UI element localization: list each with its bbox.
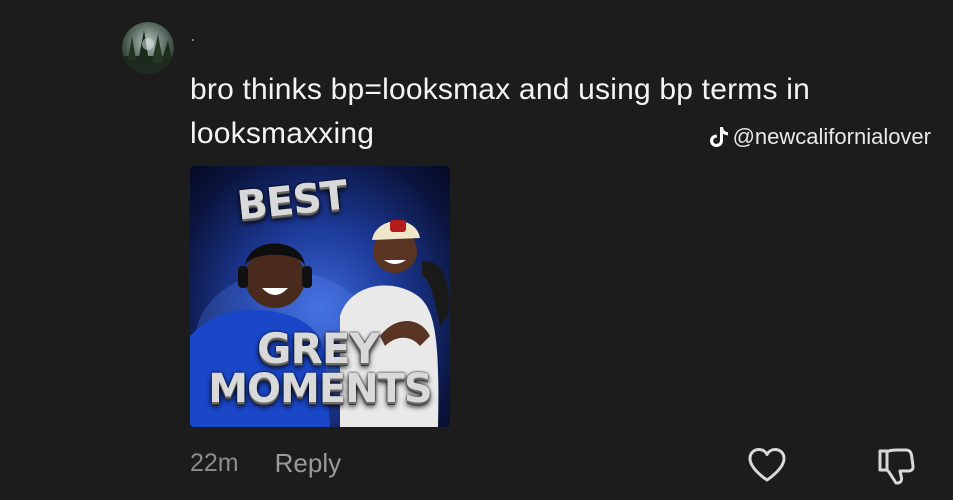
tiktok-watermark: @newcalifornialover xyxy=(709,124,931,150)
avatar[interactable] xyxy=(122,22,174,74)
comment-username[interactable]: · xyxy=(190,30,196,48)
heart-icon[interactable] xyxy=(747,447,787,488)
comment-actions: 22m Reply xyxy=(190,448,341,479)
comment-timestamp: 22m xyxy=(190,449,239,477)
avatar-image xyxy=(122,30,174,74)
thumbnail-title-moments: MOMENTS xyxy=(208,366,433,412)
reply-button[interactable]: Reply xyxy=(275,448,341,479)
thumbs-down-icon[interactable] xyxy=(876,446,916,491)
comment-image[interactable]: BEST GREY MOMENTS xyxy=(190,166,450,427)
tiktok-icon xyxy=(709,127,728,147)
watermark-handle: @newcalifornialover xyxy=(732,124,931,149)
